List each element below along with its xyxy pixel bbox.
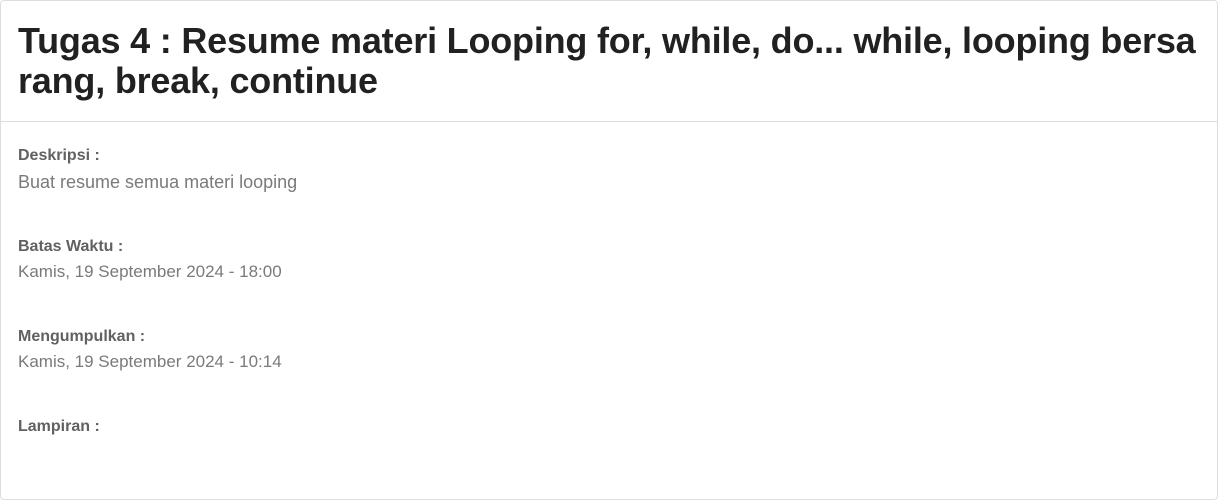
description-field: Deskripsi : Buat resume semua materi loo…	[18, 146, 1201, 194]
deadline-value: Kamis, 19 September 2024 - 18:00	[18, 262, 282, 281]
attachment-field: Lampiran :	[18, 417, 1201, 437]
assignment-title: Tugas 4 : Resume materi Looping for, whi…	[18, 20, 1196, 101]
deadline-field: Batas Waktu : Kamis, 19 September 2024 -…	[18, 237, 1201, 284]
assignment-header: Tugas 4 : Resume materi Looping for, whi…	[1, 1, 1217, 122]
assignment-card: Tugas 4 : Resume materi Looping for, whi…	[0, 0, 1218, 500]
description-value: Buat resume semua materi looping	[18, 172, 298, 192]
deadline-label: Batas Waktu :	[18, 238, 124, 255]
submitted-label: Mengumpulkan :	[18, 328, 146, 345]
description-label: Deskripsi :	[18, 147, 100, 164]
assignment-details: Deskripsi : Buat resume semua materi loo…	[1, 122, 1217, 437]
attachment-label: Lampiran :	[18, 418, 100, 435]
submitted-field: Mengumpulkan : Kamis, 19 September 2024 …	[18, 327, 1201, 374]
submitted-value: Kamis, 19 September 2024 - 10:14	[18, 352, 282, 371]
